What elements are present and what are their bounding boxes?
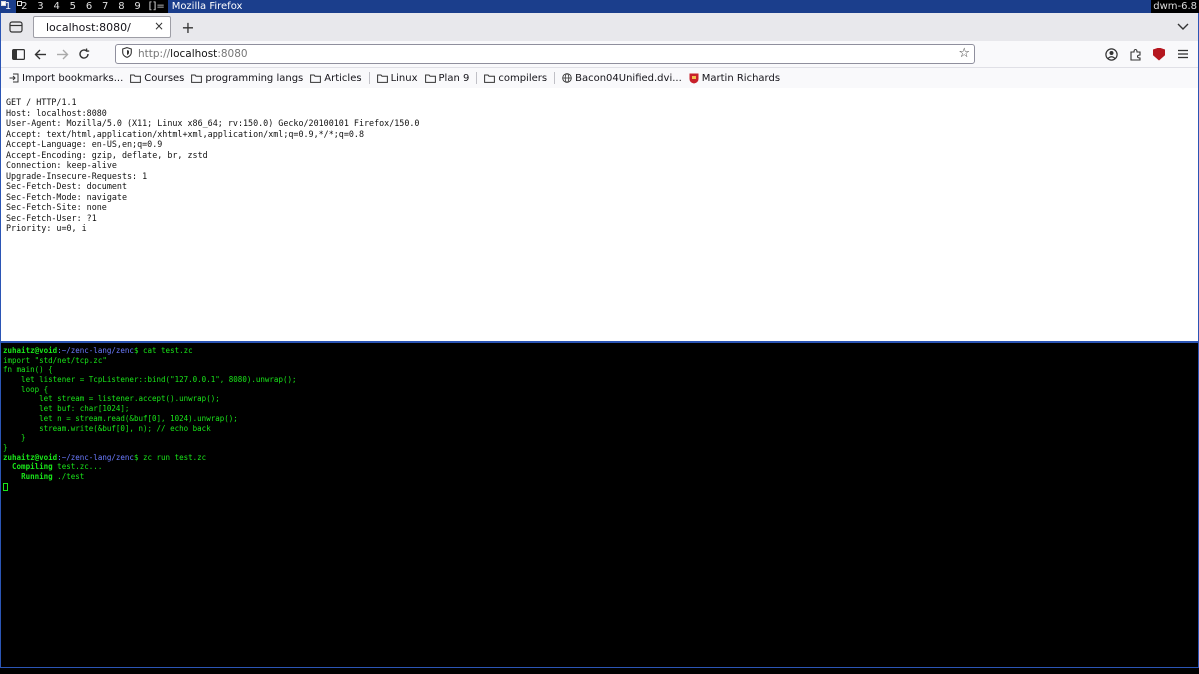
tag-6[interactable]: 6 [81, 0, 97, 13]
tab-title: localhost:8080/ [46, 20, 131, 34]
compiling-file: test.zc... [52, 462, 103, 472]
folder-icon [484, 74, 496, 83]
folder-icon [376, 74, 388, 83]
layout-symbol[interactable]: []= [146, 0, 168, 13]
bookmark-label: Import bookmarks... [22, 72, 124, 84]
running-label: Running [21, 471, 53, 481]
code-line: fn main() { [3, 365, 53, 375]
command-text: zc run test.zc [138, 452, 207, 462]
bookmark-label: Bacon04Unified.dvi... [575, 72, 682, 84]
tag-9[interactable]: 9 [130, 0, 146, 13]
bookmark-label: Plan 9 [438, 72, 470, 84]
folder-icon [424, 74, 436, 83]
firefox-view-icon[interactable] [5, 16, 27, 38]
dwm-status-bar: 1 2 3 4 5 6 7 8 9 []= Mozilla Firefox dw… [0, 0, 1199, 13]
bookmark-separator [368, 72, 370, 84]
bookmark-folder-articles[interactable]: Articles [310, 72, 362, 84]
running-file: ./test [52, 471, 85, 481]
folder-icon [310, 74, 322, 83]
bookmark-label: Martin Richards [701, 72, 781, 84]
menu-hamburger-icon[interactable] [1174, 45, 1192, 63]
url-bar[interactable]: http://localhost:8080 ☆ [115, 44, 975, 64]
new-tab-button[interactable]: + [177, 16, 199, 38]
page-content: GET / HTTP/1.1 Host: localhost:8080 User… [1, 88, 1198, 341]
terminal-line-cmd2: zuhaitz@void:~/zenc-lang/zenc$ zc run te… [3, 453, 1196, 463]
bookmark-label: Articles [324, 72, 362, 84]
tag-1[interactable]: 1 [0, 0, 17, 13]
firefox-window: localhost:8080/ × + http://localhost:808… [0, 13, 1199, 342]
bookmark-folder-linux[interactable]: Linux [376, 72, 418, 84]
bookmark-folder-compilers[interactable]: compilers [484, 73, 547, 84]
url-scheme: http:// [138, 48, 171, 60]
import-icon [9, 73, 19, 83]
code-line: let buf: char[1024]; [3, 404, 130, 414]
folder-icon [191, 74, 203, 83]
window-title: Mozilla Firefox [167, 0, 1152, 13]
bookmark-bacon04unified[interactable]: Bacon04Unified.dvi... [562, 73, 682, 84]
tag-8[interactable]: 8 [113, 0, 129, 13]
status-text: dwm-6.8 [1151, 0, 1199, 13]
bookmark-folder-courses[interactable]: Courses [130, 73, 184, 84]
site-info-shield-icon[interactable] [122, 47, 132, 61]
forward-arrow-icon[interactable] [51, 43, 73, 65]
reload-icon[interactable] [73, 43, 95, 65]
bookmark-label: Courses [144, 72, 185, 84]
bookmark-separator [476, 72, 478, 84]
prompt-path: :~/zenc-lang/zenc [57, 452, 134, 462]
bookmark-martin-richards[interactable]: Martin Richards [689, 73, 780, 84]
tag-4[interactable]: 4 [49, 0, 65, 13]
navigation-bar: http://localhost:8080 ☆ [1, 41, 1198, 68]
code-line: let n = stream.read(&buf[0], 1024).unwra… [3, 413, 238, 423]
url-host: localhost [170, 48, 218, 60]
folder-icon [130, 74, 142, 83]
bookmark-label: Linux [390, 72, 418, 84]
prompt-user: zuhaitz@void [3, 346, 58, 355]
command-text: cat test.zc [138, 346, 193, 355]
tag-2[interactable]: 2 [16, 0, 32, 13]
terminal-window[interactable]: zuhaitz@void:~/zenc-lang/zenc$ cat test.… [0, 342, 1199, 668]
bookmark-label: programming langs [205, 72, 304, 84]
code-line: } [3, 433, 26, 443]
prompt-path: :~/zenc-lang/zenc [57, 346, 134, 355]
sidebar-toggle-icon[interactable] [7, 43, 29, 65]
bookmark-label: compilers [498, 72, 548, 84]
globe-icon [562, 73, 572, 83]
bookmark-import[interactable]: Import bookmarks... [9, 73, 123, 84]
bookmark-folder-plan9[interactable]: Plan 9 [424, 72, 470, 84]
code-line: import "std/net/tcp.zc" [3, 355, 107, 365]
code-line: let listener = TcpListener::bind("127.0.… [3, 375, 297, 385]
compiling-label: Compiling [12, 462, 53, 472]
close-tab-icon[interactable]: × [154, 19, 164, 33]
http-request-text: GET / HTTP/1.1 Host: localhost:8080 User… [6, 97, 420, 233]
code-line: loop { [3, 384, 49, 394]
tag-7[interactable]: 7 [97, 0, 113, 13]
tag-3[interactable]: 3 [32, 0, 48, 13]
bookmarks-toolbar: Import bookmarks... Courses programming … [1, 68, 1198, 88]
tag-5[interactable]: 5 [65, 0, 81, 13]
compiling-line: Compiling test.zc... [3, 462, 1196, 472]
account-icon[interactable] [1102, 45, 1120, 63]
extensions-icon[interactable] [1126, 45, 1144, 63]
shield-crest-icon [689, 73, 699, 84]
url-port: :8080 [217, 48, 248, 60]
list-all-tabs-icon[interactable] [1174, 20, 1192, 34]
code-line: } [3, 442, 8, 452]
cursor-line [3, 482, 1196, 492]
back-arrow-icon[interactable] [29, 43, 51, 65]
tab-localhost[interactable]: localhost:8080/ × [33, 16, 171, 38]
terminal-line-cmd1: zuhaitz@void:~/zenc-lang/zenc$ cat test.… [3, 346, 1196, 356]
bookmark-separator [554, 72, 556, 84]
code-line: stream.write(&buf[0], n); // echo back [3, 423, 211, 433]
bookmark-folder-programming-langs[interactable]: programming langs [191, 73, 303, 84]
tab-strip: localhost:8080/ × + [1, 13, 1198, 41]
ublock-origin-icon[interactable] [1150, 45, 1168, 63]
code-line: let stream = listener.accept().unwrap(); [3, 394, 220, 404]
prompt-user: zuhaitz@void [3, 452, 58, 462]
bookmark-star-icon[interactable]: ☆ [958, 46, 970, 61]
running-line: Running ./test [3, 472, 1196, 482]
terminal-cursor [3, 482, 8, 491]
